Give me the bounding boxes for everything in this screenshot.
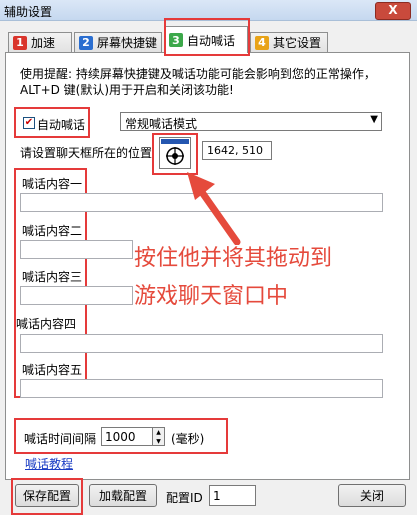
tab-label: 加速 [31,36,56,50]
window-close-button[interactable]: X [375,2,411,20]
interval-unit: (毫秒) [171,432,205,446]
shout-mode-select[interactable]: 常规喊话模式 ▼ [120,112,382,131]
tab-speedup[interactable]: 1 加速 [8,32,72,52]
tab-other-settings[interactable]: 4 其它设置 [250,32,328,52]
annotation-line-2: 游戏聊天窗口中 [134,284,289,309]
tab-label: 其它设置 [273,36,322,50]
config-id-label: 配置ID [166,491,203,505]
interval-stepper[interactable]: ▲ ▼ [153,427,165,446]
auto-shout-checkbox[interactable]: ✔ [23,117,35,129]
shout-content-5-label: 喊话内容五 [22,363,83,377]
tab-number-badge: 4 [255,35,269,50]
shout-content-4-label: 喊话内容四 [16,317,77,331]
auto-shout-label: 自动喊话 [37,118,86,132]
tab-screen-hotkeys[interactable]: 2 屏幕快捷键 [74,32,162,52]
tab-number-badge: 2 [79,35,93,50]
shout-content-5-input[interactable] [20,379,383,398]
highlight-active-tab [164,18,250,56]
annotation-line-1: 按住他并将其拖动到 [134,246,333,271]
annotation-arrow-icon [187,172,241,245]
chat-position-label: 请设置聊天框所在的位置 [20,146,153,160]
chevron-down-icon: ▼ [370,114,378,125]
interval-label: 喊话时间间隔 [24,432,97,446]
shout-tutorial-link[interactable]: 喊话教程 [25,455,73,472]
spin-down-icon[interactable]: ▼ [153,437,164,446]
interval-input[interactable]: 1000 [101,427,153,446]
shout-content-4-input[interactable] [20,334,383,353]
shout-content-2-label: 喊话内容二 [22,224,83,238]
window-title: 辅助设置 [4,5,53,19]
tab-label: 屏幕快捷键 [96,36,157,50]
shout-content-1-label: 喊话内容一 [22,177,83,191]
crosshair-icon [161,139,189,165]
shout-content-2-input[interactable] [20,240,133,259]
drag-instruction-annotation: 按住他并将其拖动到 游戏聊天窗口中 [134,240,404,316]
crosshair-drag-target[interactable] [159,137,191,169]
tab-number-badge: 1 [13,35,27,50]
save-config-button[interactable]: 保存配置 [15,484,79,507]
close-button[interactable]: 关闭 [338,484,406,507]
shout-content-3-label: 喊话内容三 [22,270,83,284]
config-id-input[interactable]: 1 [209,485,256,506]
chat-position-input[interactable]: 1642, 510 [202,141,272,160]
spin-up-icon[interactable]: ▲ [153,428,164,437]
shout-mode-value: 常规喊话模式 [125,117,198,131]
load-config-button[interactable]: 加载配置 [89,484,157,507]
usage-tip: 使用提醒: 持续屏幕快捷键及喊话功能可能会影响到您的正常操作，ALT+D 键(默… [20,67,376,97]
shout-content-3-input[interactable] [20,286,133,305]
